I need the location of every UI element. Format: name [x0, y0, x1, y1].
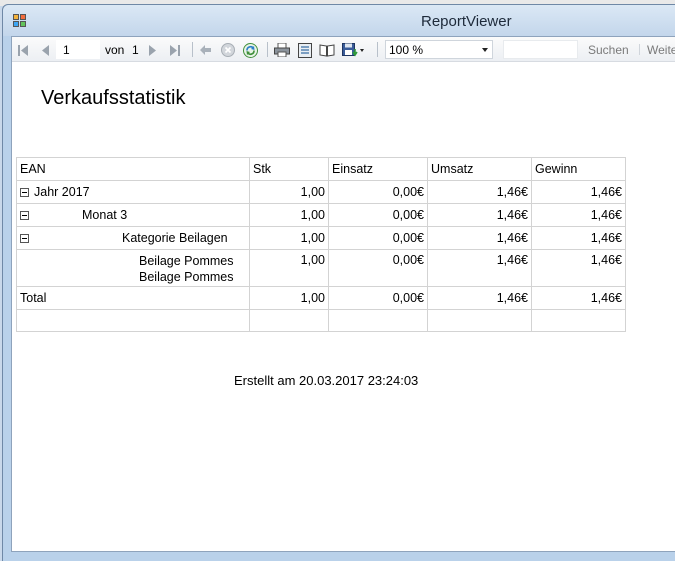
- print-layout-icon[interactable]: [296, 42, 314, 58]
- report-viewer-window: ReportViewer 1 von 1 100 % Suchen Weite …: [2, 4, 675, 561]
- table-row: Jahr 2017 1,00 0,00€ 1,46€ 1,46€: [16, 180, 626, 204]
- einsatz-cell: 0,00€: [328, 249, 428, 287]
- table-row: Beilage Pommes Beilage Pommes 1,00 0,00€…: [16, 249, 626, 287]
- column-header: EAN: [16, 157, 250, 181]
- search-input[interactable]: [503, 40, 578, 59]
- page-total: 1: [132, 43, 139, 57]
- row-label-cell: Monat 3: [16, 203, 250, 227]
- gewinn-cell: 1,46€: [531, 249, 626, 287]
- gewinn-cell: 1,46€: [531, 180, 626, 204]
- einsatz-cell: 0,00€: [328, 180, 428, 204]
- chevron-down-icon: [482, 48, 488, 52]
- empty-row: [16, 309, 626, 332]
- column-header: Einsatz: [328, 157, 428, 181]
- refresh-icon[interactable]: [242, 42, 258, 58]
- umsatz-cell: 1,46€: [427, 226, 532, 250]
- row-label: Beilage Pommes: [139, 270, 234, 284]
- total-label: Total: [16, 286, 250, 310]
- table-header-row: EAN Stk Einsatz Umsatz Gewinn: [16, 157, 626, 181]
- window-title: ReportViewer: [421, 13, 512, 30]
- empty-cell: [427, 309, 532, 332]
- toolbar-separator: [639, 44, 640, 55]
- zoom-value: 100 %: [389, 43, 424, 57]
- stk-cell: 1,00: [249, 286, 329, 310]
- zoom-dropdown[interactable]: 100 %: [385, 40, 493, 59]
- einsatz-cell: 0,00€: [328, 203, 428, 227]
- title-bar[interactable]: ReportViewer: [3, 5, 675, 36]
- row-label: Jahr 2017: [34, 185, 90, 199]
- row-label: Monat 3: [82, 208, 128, 222]
- empty-cell: [16, 309, 250, 332]
- column-header: Stk: [249, 157, 329, 181]
- empty-cell: [328, 309, 428, 332]
- find-link[interactable]: Suchen: [588, 43, 629, 57]
- find-next-link[interactable]: Weite: [647, 43, 675, 57]
- page-of-label: von: [105, 43, 125, 57]
- previous-page-icon[interactable]: [38, 42, 52, 58]
- umsatz-cell: 1,46€: [427, 180, 532, 204]
- gewinn-cell: 1,46€: [531, 286, 626, 310]
- einsatz-cell: 0,00€: [328, 286, 428, 310]
- einsatz-cell: 0,00€: [328, 226, 428, 250]
- row-label: Beilage Pommes: [139, 254, 234, 268]
- row-label-cell: Kategorie Beilagen: [16, 226, 250, 250]
- umsatz-cell: 1,46€: [427, 286, 532, 310]
- report-title: Verkaufsstatistik: [41, 87, 186, 109]
- app-icon: [13, 14, 27, 28]
- column-header: Umsatz: [427, 157, 532, 181]
- row-label-cell: Beilage Pommes Beilage Pommes: [16, 249, 250, 287]
- empty-cell: [249, 309, 329, 332]
- total-row: Total 1,00 0,00€ 1,46€ 1,46€: [16, 286, 626, 310]
- collapse-toggle-icon[interactable]: [20, 211, 29, 220]
- toolbar-separator: [377, 42, 378, 57]
- back-icon[interactable]: [198, 42, 212, 58]
- next-page-icon[interactable]: [146, 42, 160, 58]
- row-label-cell: Jahr 2017: [16, 180, 250, 204]
- stk-cell: 1,00: [249, 203, 329, 227]
- umsatz-cell: 1,46€: [427, 249, 532, 287]
- stop-icon[interactable]: [220, 42, 236, 58]
- table-row: Kategorie Beilagen 1,00 0,00€ 1,46€ 1,46…: [16, 226, 626, 250]
- empty-cell: [531, 309, 626, 332]
- print-icon[interactable]: [273, 42, 291, 58]
- column-header: Gewinn: [531, 157, 626, 181]
- export-icon[interactable]: [341, 42, 365, 58]
- toolbar-separator: [267, 42, 268, 57]
- stk-cell: 1,00: [249, 226, 329, 250]
- gewinn-cell: 1,46€: [531, 226, 626, 250]
- collapse-toggle-icon[interactable]: [20, 234, 29, 243]
- page-setup-icon[interactable]: [318, 42, 336, 58]
- collapse-toggle-icon[interactable]: [20, 188, 29, 197]
- gewinn-cell: 1,46€: [531, 203, 626, 227]
- last-page-icon[interactable]: [168, 42, 182, 58]
- umsatz-cell: 1,46€: [427, 203, 532, 227]
- toolbar-separator: [192, 42, 193, 57]
- row-label: Kategorie Beilagen: [122, 231, 228, 245]
- report-viewer-client: 1 von 1 100 % Suchen Weite Verkaufsstati…: [11, 36, 675, 552]
- table-row: Monat 3 1,00 0,00€ 1,46€ 1,46€: [16, 203, 626, 227]
- report-toolbar: 1 von 1 100 % Suchen Weite: [12, 37, 675, 62]
- first-page-icon[interactable]: [16, 42, 30, 58]
- page-number-input[interactable]: 1: [56, 40, 100, 59]
- report-footer: Erstellt am 20.03.2017 23:24:03: [234, 373, 419, 388]
- stk-cell: 1,00: [249, 180, 329, 204]
- report-table: EAN Stk Einsatz Umsatz Gewinn Jahr 2017 …: [16, 157, 626, 332]
- stk-cell: 1,00: [249, 249, 329, 287]
